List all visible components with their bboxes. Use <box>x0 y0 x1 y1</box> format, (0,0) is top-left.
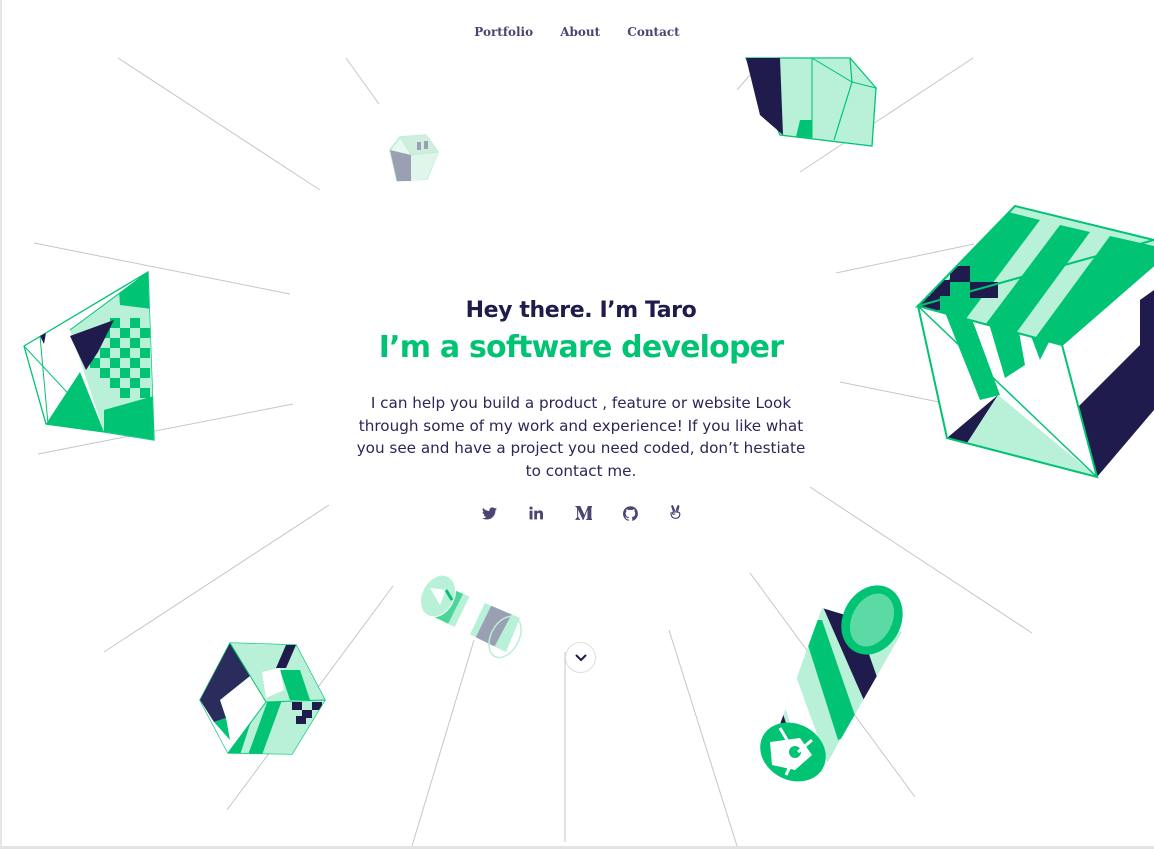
linkedin-link[interactable] <box>526 503 546 523</box>
linkedin-icon <box>529 506 543 520</box>
social-links <box>478 503 688 523</box>
github-link[interactable] <box>620 503 640 523</box>
ray-line <box>736 74 751 91</box>
big-cube <box>914 204 1154 479</box>
ray-line <box>809 486 1033 634</box>
twitter-icon <box>481 506 497 519</box>
ray-line <box>345 57 380 105</box>
nav-portfolio[interactable]: Portfolio <box>474 25 533 39</box>
main-nav: Portfolio About Contact <box>0 21 1154 40</box>
medium-link[interactable] <box>573 503 593 523</box>
twitter-link[interactable] <box>479 503 499 523</box>
ray-line <box>33 242 291 295</box>
ray-line <box>103 504 330 653</box>
scroll-down-button[interactable] <box>565 642 596 673</box>
hero-headline: I’m a software developer <box>378 330 784 365</box>
hero-greeting: Hey there. I’m Taro <box>465 298 697 323</box>
ray-line <box>839 381 945 404</box>
github-icon <box>622 505 638 521</box>
hero-description: I can help you build a product , feature… <box>356 394 806 480</box>
angellist-link[interactable] <box>665 503 685 523</box>
hero-section: Hey there. I’m Taro I’m a software devel… <box>340 296 822 482</box>
small-cube <box>389 134 439 182</box>
ray-line <box>668 629 738 847</box>
bottom-left-cube <box>199 642 326 755</box>
nav-about[interactable]: About <box>560 25 600 39</box>
nav-contact[interactable]: Contact <box>627 25 679 39</box>
chevron-down-icon <box>575 654 586 661</box>
medium-icon <box>574 506 592 520</box>
ray-line <box>411 639 475 847</box>
top-right-shape <box>745 57 878 147</box>
left-prism <box>23 270 155 441</box>
angellist-icon <box>669 505 680 519</box>
small-cylinder <box>419 574 522 659</box>
ray-line <box>117 57 321 191</box>
big-cylinder <box>760 585 903 782</box>
